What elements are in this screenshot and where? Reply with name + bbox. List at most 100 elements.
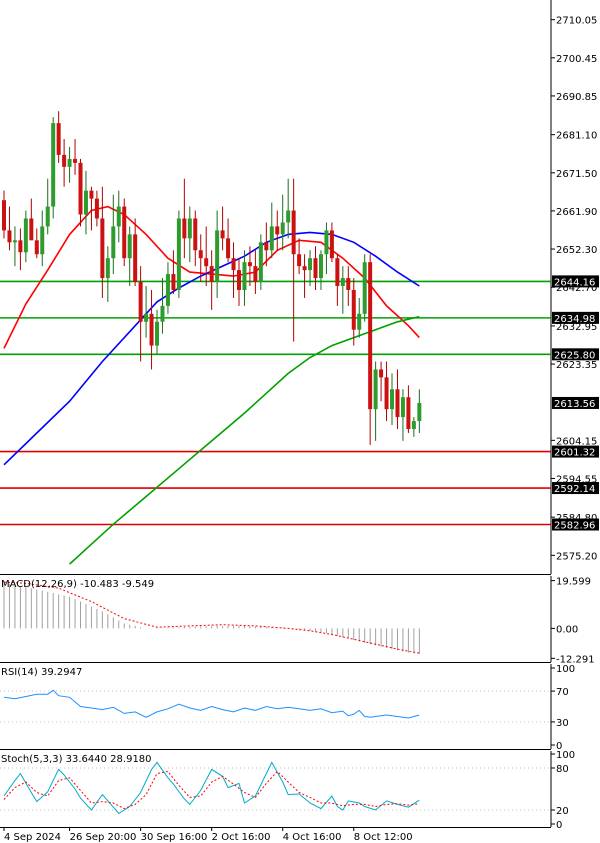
x-tick-label: 2 Oct 16:00 [212, 832, 271, 843]
price-tick-label: 2661.90 [556, 207, 597, 218]
macd-tick-label: 0.00 [556, 624, 578, 635]
candle-body [308, 258, 313, 271]
current-price-label: 2613.56 [554, 399, 595, 410]
candle-body [18, 240, 23, 253]
candle-body [209, 266, 214, 283]
candle-body [187, 218, 192, 239]
candle-body [258, 242, 263, 283]
candle-body [286, 210, 291, 223]
candle-body [127, 234, 132, 259]
candle-body [193, 218, 198, 251]
candle-body [51, 123, 56, 207]
stoch-title: Stoch(5,3,3) 33.6440 28.9180 [1, 754, 152, 765]
candle-body [368, 262, 373, 410]
candle-body [231, 258, 236, 271]
chart-background [0, 0, 600, 843]
level-label: 2592.14 [554, 484, 595, 495]
x-tick-label: 8 Oct 12:00 [354, 832, 413, 843]
rsi-tick-label: 70 [556, 687, 569, 698]
price-tick-label: 2700.45 [556, 54, 597, 65]
price-tick-label: 2710.05 [556, 16, 597, 27]
candle-body [264, 242, 269, 251]
candle-body [165, 274, 170, 306]
candle-body [215, 230, 220, 283]
level-label: 2634.98 [554, 314, 595, 325]
candle-body [390, 389, 395, 410]
price-tick-label: 2690.85 [556, 92, 597, 103]
rsi-tick-label: 30 [556, 718, 569, 729]
candle-body [116, 206, 121, 227]
candle-body [34, 240, 39, 255]
level-label: 2644.16 [554, 277, 595, 288]
candle-body [7, 230, 12, 243]
stoch-tick-label: 0 [556, 820, 562, 831]
candle-body [247, 262, 252, 267]
candle-body [105, 258, 110, 279]
price-tick-label: 2671.50 [556, 169, 597, 180]
candle-body [297, 254, 302, 267]
macd-tick-label: 19.599 [556, 577, 591, 588]
candle-body [373, 369, 378, 410]
candle-body [89, 190, 94, 199]
candle-body [83, 190, 88, 215]
candle-body [23, 218, 28, 253]
x-tick-label: 4 Oct 16:00 [283, 832, 342, 843]
candle-body [138, 282, 143, 322]
candle-body [45, 206, 50, 227]
candle-body [40, 226, 45, 255]
candle-body [78, 162, 83, 215]
stoch-tick-label: 80 [556, 764, 569, 775]
level-label: 2582.96 [554, 521, 595, 532]
candle-body [171, 274, 176, 290]
candle-body [417, 402, 422, 422]
candle-body [384, 377, 389, 410]
candle-body [12, 240, 17, 243]
candle-body [100, 218, 105, 279]
candle-body [236, 270, 241, 290]
candle-body [346, 278, 351, 290]
candle-body [149, 313, 154, 346]
candle-body [242, 262, 247, 290]
stoch-tick-label: 20 [556, 806, 569, 817]
level-label: 2601.32 [554, 448, 595, 459]
candle-body [94, 198, 99, 219]
candle-body [275, 226, 280, 235]
candle-body [351, 289, 356, 330]
candle-body [269, 226, 274, 251]
candle-body [291, 210, 296, 255]
candle-body [335, 258, 340, 287]
candle-body [160, 305, 165, 322]
price-tick-label: 2681.10 [556, 131, 597, 142]
price-tick-label: 2575.20 [556, 551, 597, 562]
price-tick-label: 2623.35 [556, 360, 597, 371]
x-tick-label: 26 Sep 20:00 [70, 832, 137, 843]
candle-body [379, 369, 384, 378]
candle-body [2, 200, 6, 231]
candle-body [340, 278, 345, 287]
macd-title: MACD(12,26,9) -10.483 -9.549 [1, 579, 154, 590]
candle-body [73, 158, 78, 163]
candle-body [198, 250, 203, 259]
candle-body [29, 218, 34, 241]
price-tick-label: 2652.30 [556, 245, 597, 256]
candle-body [313, 258, 318, 279]
candle-body [329, 230, 334, 259]
candle-body [182, 218, 187, 239]
rsi-tick-label: 100 [556, 664, 575, 675]
trading-chart: 2710.05 2700.45 2690.85 2681.10 2671.50 2661.… [0, 0, 600, 843]
candle-body [253, 266, 258, 283]
candle-body [176, 218, 181, 290]
candle-body [144, 313, 149, 322]
x-tick-label: 30 Sep 16:00 [141, 832, 208, 843]
candle-body [357, 313, 362, 330]
candle-body [406, 397, 411, 430]
candle-body [324, 230, 329, 255]
candle-body [226, 238, 231, 259]
candle-body [302, 266, 307, 271]
level-label: 2625.80 [554, 350, 595, 361]
candle-body [67, 158, 72, 167]
candle-body [400, 397, 405, 418]
candle-body [395, 389, 400, 418]
stoch-tick-label: 100 [556, 750, 575, 761]
candle-body [56, 123, 61, 155]
